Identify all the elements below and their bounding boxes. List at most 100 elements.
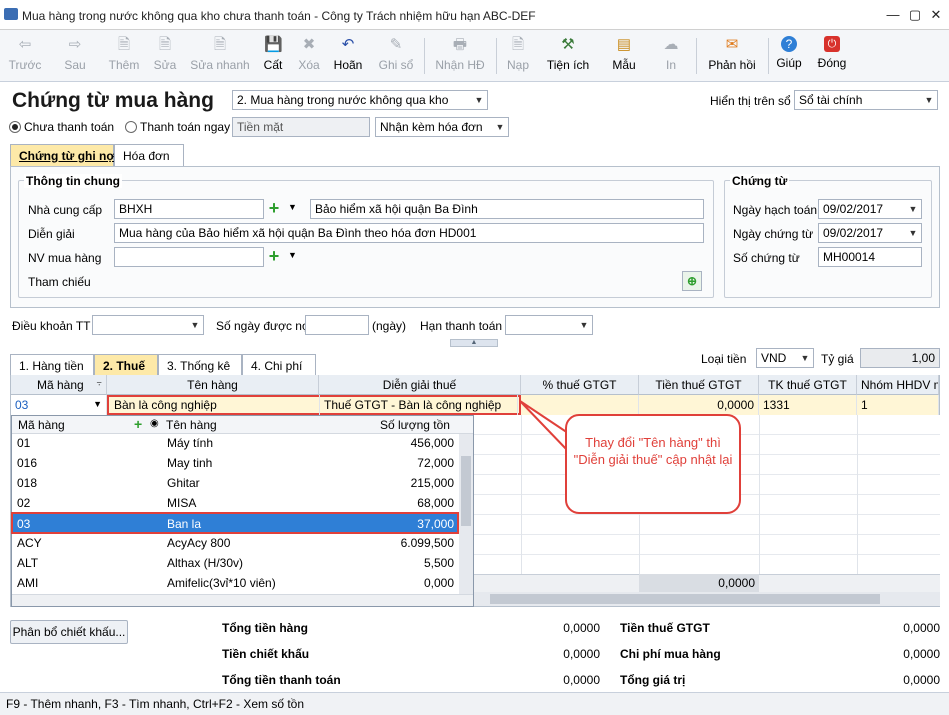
dropdown-scrollbar-thumb[interactable] (461, 456, 471, 526)
undo-button[interactable]: ↶ Hoãn (330, 34, 366, 78)
row-group-cell[interactable]: 1 (857, 395, 939, 415)
add-item-icon[interactable]: + (134, 416, 142, 432)
toolbar-separator (696, 38, 697, 74)
col-header-tax-account[interactable]: TK thuế GTGT (759, 375, 857, 395)
chevron-down-icon[interactable]: ▼ (288, 250, 297, 260)
invoice-option-select[interactable]: Nhận kèm hóa đơn ▼ (375, 117, 509, 137)
utilities-button[interactable]: ⚒ Tiện ích (542, 34, 594, 78)
book-select[interactable]: Sổ tài chính ▼ (794, 90, 938, 110)
radio-paid-label: Thanh toán ngay (140, 120, 231, 134)
credit-days-input[interactable] (305, 315, 369, 335)
chevron-down-icon[interactable]: ▼ (797, 349, 813, 367)
item-qty: 215,000 (410, 476, 454, 490)
supplier-code-input[interactable]: BHXH (114, 199, 264, 219)
tab-tax[interactable]: 2. Thuế (94, 354, 158, 376)
add-button[interactable]: 🗎 Thêm (106, 34, 142, 78)
window-close-icon[interactable]: ✕ (927, 6, 945, 24)
close-button[interactable]: ⏻ Đóng (814, 34, 850, 78)
tab-costs[interactable]: 4. Chi phí (242, 354, 316, 376)
collapse-handle[interactable]: ▲ (450, 339, 498, 347)
col-header-code[interactable]: Mã hàng ⍪ (11, 375, 107, 395)
supplier-name-input[interactable]: Bảo hiểm xã hội quận Ba Đình (310, 199, 704, 219)
row-tax-account-cell[interactable]: 1331 (759, 395, 857, 415)
chevron-down-icon[interactable]: ▼ (905, 224, 921, 242)
buyer-input[interactable] (114, 247, 264, 267)
list-item-selected[interactable]: 03 Ban la 37,000 (11, 512, 459, 534)
horizontal-scrollbar-thumb[interactable] (490, 594, 880, 604)
tab-debit-voucher[interactable]: Chứng từ ghi nợ (10, 144, 115, 166)
chevron-down-icon[interactable]: ▼ (492, 118, 508, 136)
quick-edit-button[interactable]: 🗎 Sửa nhanh (188, 34, 252, 78)
template-button[interactable]: ▤ Mẫu (606, 34, 642, 78)
binoculars-icon[interactable]: ◉ (150, 418, 159, 429)
row-name-cell[interactable]: Bàn là công nghiệp (110, 395, 320, 415)
reload-button[interactable]: 🗎 Nạp (502, 34, 534, 78)
col-header-group[interactable]: Nhóm HHDV mu (857, 375, 939, 395)
tab-statistics[interactable]: 3. Thống kê (158, 354, 242, 376)
post-button[interactable]: ✎ Ghi sổ (374, 34, 418, 78)
radio-paid[interactable] (125, 121, 137, 133)
chevron-down-icon[interactable]: ▼ (288, 202, 297, 212)
add-buyer-icon[interactable]: + (266, 247, 282, 265)
radio-unpaid[interactable] (9, 121, 21, 133)
feedback-button[interactable]: ✉ Phản hồi (704, 34, 760, 78)
receive-invoice-button[interactable]: 🖶 Nhận HĐ (430, 34, 490, 78)
voucher-type-select[interactable]: 2. Mua hàng trong nước không qua kho ▼ (232, 90, 488, 110)
chevron-down-icon[interactable]: ▼ (187, 316, 203, 334)
minimize-icon[interactable]: — (884, 6, 902, 24)
description-input[interactable]: Mua hàng của Bảo hiểm xã hội quận Ba Đìn… (114, 223, 704, 243)
rate-input[interactable]: 1,00 (860, 348, 940, 368)
reference-search-icon[interactable]: ⊕ (682, 271, 702, 291)
due-date-select[interactable]: ▼ (505, 315, 593, 335)
item-qty: 456,000 (410, 436, 454, 450)
tab-invoice[interactable]: Hóa đơn (114, 144, 184, 166)
delete-button[interactable]: ✖ Xóa (294, 34, 324, 78)
list-item[interactable]: ALT Althax (H/30v) 5,500 (12, 553, 458, 573)
list-item[interactable]: ACY AcyAcy 800 6.099,500 (12, 533, 458, 553)
chevron-down-icon[interactable]: ▼ (471, 91, 487, 109)
save-button[interactable]: 💾 Cất (258, 34, 288, 78)
voucher-no-input[interactable]: MH00014 (818, 247, 922, 267)
tab-goods-money[interactable]: 1. Hàng tiền (10, 354, 94, 376)
col-header-name[interactable]: Tên hàng (107, 375, 319, 395)
list-item[interactable]: 018 Ghitar 215,000 (12, 473, 458, 493)
terms-select[interactable]: ▼ (92, 315, 204, 335)
list-item[interactable]: 01 Máy tính 456,000 (12, 433, 458, 453)
chevron-down-icon[interactable]: ▼ (921, 91, 937, 109)
page-title: Chứng từ mua hàng (12, 89, 214, 112)
list-item[interactable]: AMI Amifelic(3vỉ*10 viên) 0,000 (12, 573, 458, 593)
item-code: 01 (17, 436, 31, 450)
chevron-down-icon[interactable]: ▼ (576, 316, 592, 334)
status-bar: F9 - Thêm nhanh, F3 - Tìm nhanh, Ctrl+F2… (0, 692, 949, 715)
list-item[interactable]: 02 MISA 68,000 (12, 493, 458, 513)
help-button[interactable]: ? Giúp (774, 34, 804, 78)
print-button[interactable]: ☁ In (656, 34, 686, 78)
row-tax-amount-cell[interactable]: 0,0000 (639, 395, 759, 415)
print-icon: ☁ (663, 36, 679, 53)
chevron-down-icon[interactable]: ▼ (93, 399, 102, 409)
currency-select[interactable]: VND ▼ (756, 348, 814, 368)
next-button[interactable]: ⇨ Sau (52, 34, 98, 78)
prev-button[interactable]: ⇦ Trước (6, 34, 44, 78)
chevron-down-icon[interactable]: ▼ (905, 200, 921, 218)
col-header-tax-amount[interactable]: Tiền thuế GTGT (639, 375, 759, 395)
col-header-tax-pct[interactable]: % thuế GTGT (521, 375, 639, 395)
add-supplier-icon[interactable]: + (266, 199, 282, 217)
item-qty: 72,000 (417, 456, 454, 470)
item-qty: 0,000 (423, 576, 454, 590)
save-icon: 💾 (264, 36, 283, 53)
dropdown-resize-grip[interactable] (12, 594, 473, 606)
row-code-cell[interactable]: 03 ▼ (11, 395, 107, 415)
edit-button[interactable]: 🗎 Sửa (148, 34, 182, 78)
posting-date-input[interactable]: 09/02/2017 ▼ (818, 199, 922, 219)
pin-icon[interactable]: ⍪ (97, 378, 102, 389)
row-tax-desc-cell[interactable]: Thuế GTGT - Bàn là công nghiệp (320, 395, 518, 415)
list-item[interactable]: 016 May tinh 72,000 (12, 453, 458, 473)
app-icon (4, 8, 18, 20)
voucher-no-label: Số chứng từ (733, 251, 800, 265)
voucher-date-input[interactable]: 09/02/2017 ▼ (818, 223, 922, 243)
allocate-discount-button[interactable]: Phân bổ chiết khấu... (10, 620, 128, 644)
days-unit-label: (ngày) (372, 319, 407, 333)
col-header-tax-desc[interactable]: Diễn giải thuế (319, 375, 521, 395)
maximize-icon[interactable]: ▢ (906, 6, 924, 24)
